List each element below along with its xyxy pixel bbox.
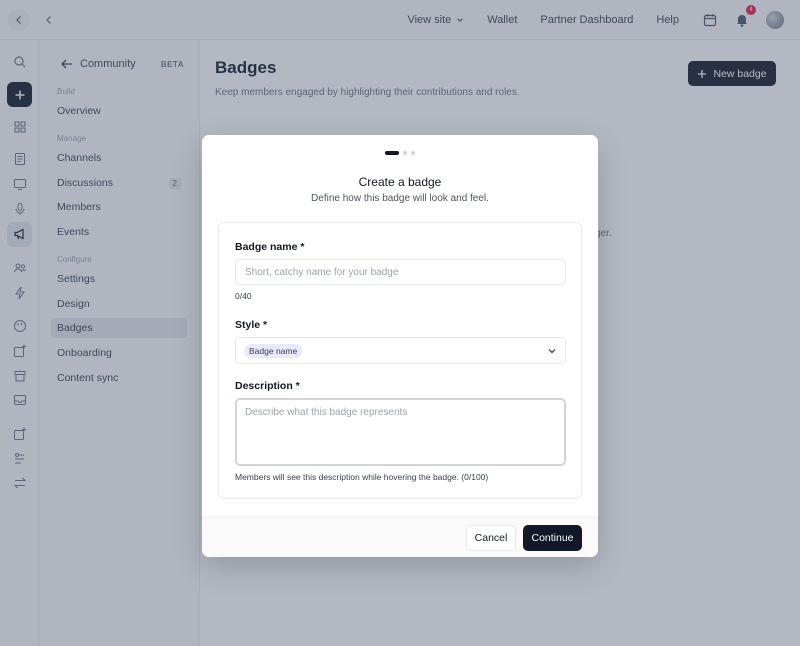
create-badge-modal: Create a badge Define how this badge wil…: [202, 135, 598, 557]
description-helper-text: Members will see this description while …: [235, 472, 489, 482]
style-label: Style *: [235, 319, 268, 331]
cancel-button[interactable]: Cancel: [466, 525, 516, 551]
step-indicator: [385, 151, 415, 155]
description-textarea[interactable]: [235, 398, 566, 466]
description-label: Description *: [235, 380, 300, 392]
style-select[interactable]: Badge name: [235, 337, 566, 364]
step-dot-1: [385, 151, 399, 155]
style-preview-pill: Badge name: [244, 343, 303, 358]
step-dot-2: [403, 151, 407, 155]
badge-form: Badge name * 0/40 Style * Badge name Des…: [218, 222, 582, 499]
chevron-down-icon: [548, 349, 556, 354]
badge-name-input[interactable]: [235, 259, 566, 285]
badge-name-counter: 0/40: [235, 291, 252, 301]
step-dot-3: [411, 151, 415, 155]
modal-title: Create a badge: [358, 175, 442, 189]
modal-footer: Cancel Continue: [202, 517, 598, 557]
modal-subtitle: Define how this badge will look and feel…: [311, 193, 489, 204]
badge-name-label: Badge name *: [235, 241, 305, 253]
continue-button[interactable]: Continue: [523, 525, 582, 551]
